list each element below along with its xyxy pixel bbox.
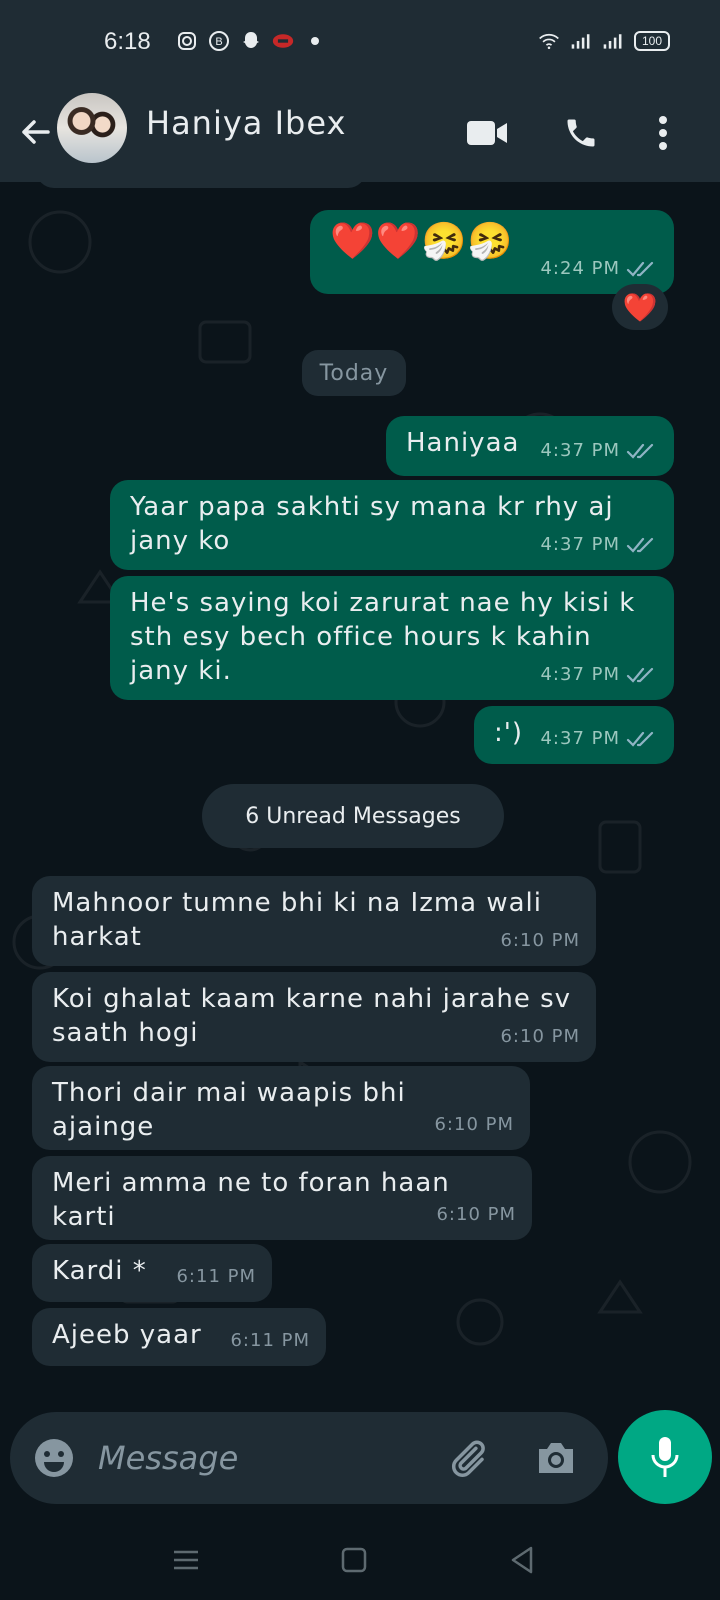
message-text: Koi ghalat kaam karne nahi jarahe sv saa…	[52, 984, 572, 1048]
double-check-icon	[626, 443, 654, 459]
message-time: 6:10 PM	[434, 1114, 514, 1135]
message-meta: 4:24 PM	[540, 252, 658, 286]
system-nav-bar	[0, 1516, 720, 1600]
message-time: 6:10 PM	[436, 1204, 516, 1225]
message-time: 4:37 PM	[540, 534, 620, 555]
message-bubble[interactable]: He's saying koi zarurat nae hy kisi k st…	[110, 576, 674, 700]
message-time: 6:11 PM	[176, 1266, 256, 1287]
message-meta: 6:10 PM	[500, 1020, 580, 1054]
back-arrow-icon[interactable]	[14, 110, 58, 154]
attach-icon[interactable]	[444, 1434, 492, 1482]
more-vert-icon[interactable]	[640, 110, 686, 156]
message-meta: 4:37 PM	[540, 658, 658, 692]
message-bubble[interactable]: Mahnoor tumne bhi ki na Izma wali harkat…	[32, 876, 596, 966]
wifi-icon	[538, 30, 560, 52]
partial-message-bubble[interactable]	[36, 182, 366, 188]
message-meta: 6:10 PM	[434, 1108, 514, 1142]
message-meta: 6:11 PM	[230, 1324, 310, 1358]
phone-icon[interactable]	[558, 110, 604, 156]
message-bubble[interactable]: Koi ghalat kaam karne nahi jarahe sv saa…	[32, 972, 596, 1062]
message-time: 4:37 PM	[540, 664, 620, 685]
message-meta: 4:37 PM	[540, 722, 658, 756]
camera-icon[interactable]	[532, 1434, 580, 1482]
signal-icon-2	[602, 30, 624, 52]
b-icon: B	[208, 30, 230, 52]
emoji-message-bubble[interactable]: ❤️❤️🤧🤧 4:24 PM	[310, 210, 674, 294]
message-meta: 6:10 PM	[500, 924, 580, 958]
unread-messages-divider: 6 Unread Messages	[202, 784, 504, 848]
mic-button[interactable]	[618, 1410, 712, 1504]
status-notification-icons: B	[176, 30, 326, 52]
message-time: 4:24 PM	[540, 258, 620, 279]
message-time: 4:37 PM	[540, 440, 620, 461]
message-input[interactable]	[98, 1434, 428, 1482]
double-check-icon	[626, 667, 654, 683]
message-time: 6:10 PM	[500, 1026, 580, 1047]
double-check-icon	[626, 731, 654, 747]
message-meta: 6:10 PM	[436, 1198, 516, 1232]
contact-name[interactable]: Haniya Ibex	[146, 104, 346, 142]
home-icon[interactable]	[334, 1540, 374, 1580]
double-check-icon	[626, 537, 654, 553]
emoji-icon[interactable]	[30, 1434, 78, 1482]
video-call-icon[interactable]	[464, 110, 510, 156]
instagram-icon	[176, 30, 198, 52]
reaction-badge[interactable]: ❤️	[612, 284, 668, 330]
recents-icon[interactable]	[166, 1540, 206, 1580]
signal-icon	[570, 30, 592, 52]
message-time: 6:10 PM	[500, 930, 580, 951]
snapchat-icon	[240, 30, 262, 52]
message-bubble[interactable]: :') 4:37 PM	[474, 706, 674, 764]
message-time: 4:37 PM	[540, 728, 620, 749]
message-meta: 6:11 PM	[176, 1260, 256, 1294]
avatar[interactable]	[57, 93, 127, 163]
message-bubble[interactable]: Haniyaa 4:37 PM	[386, 416, 674, 476]
message-bubble[interactable]: Thori dair mai waapis bhi ajainge 6:10 P…	[32, 1066, 530, 1150]
message-bubble[interactable]: Ajeeb yaar 6:11 PM	[32, 1308, 326, 1366]
message-composer	[10, 1412, 608, 1504]
message-bubble[interactable]: Yaar papa sakhti sy mana kr rhy aj jany …	[110, 480, 674, 570]
date-divider: Today	[302, 350, 406, 396]
chat-area[interactable]: ❤️❤️🤧🤧 4:24 PM ❤️ Today Haniyaa 4:37 PM …	[0, 182, 720, 1400]
message-text: Mahnoor tumne bhi ki na Izma wali harkat	[52, 888, 543, 952]
back-nav-icon[interactable]	[502, 1540, 542, 1580]
status-system-icons: 100	[538, 30, 670, 52]
game-icon	[272, 30, 294, 52]
svg-text:B: B	[215, 36, 222, 48]
mic-icon	[651, 1437, 679, 1477]
chat-header: Haniya Ibex	[0, 90, 720, 182]
message-bubble[interactable]: Kardi * 6:11 PM	[32, 1244, 272, 1302]
message-bubble[interactable]: Meri amma ne to foran haan karti 6:10 PM	[32, 1156, 532, 1240]
message-time: 6:11 PM	[230, 1330, 310, 1351]
message-meta: 4:37 PM	[540, 528, 658, 562]
status-bar: 6:18 B 100	[0, 0, 720, 90]
double-check-icon	[626, 261, 654, 277]
message-meta: 4:37 PM	[540, 434, 658, 468]
battery-icon: 100	[634, 31, 670, 51]
dot-icon	[304, 30, 326, 52]
status-time: 6:18	[104, 28, 151, 55]
